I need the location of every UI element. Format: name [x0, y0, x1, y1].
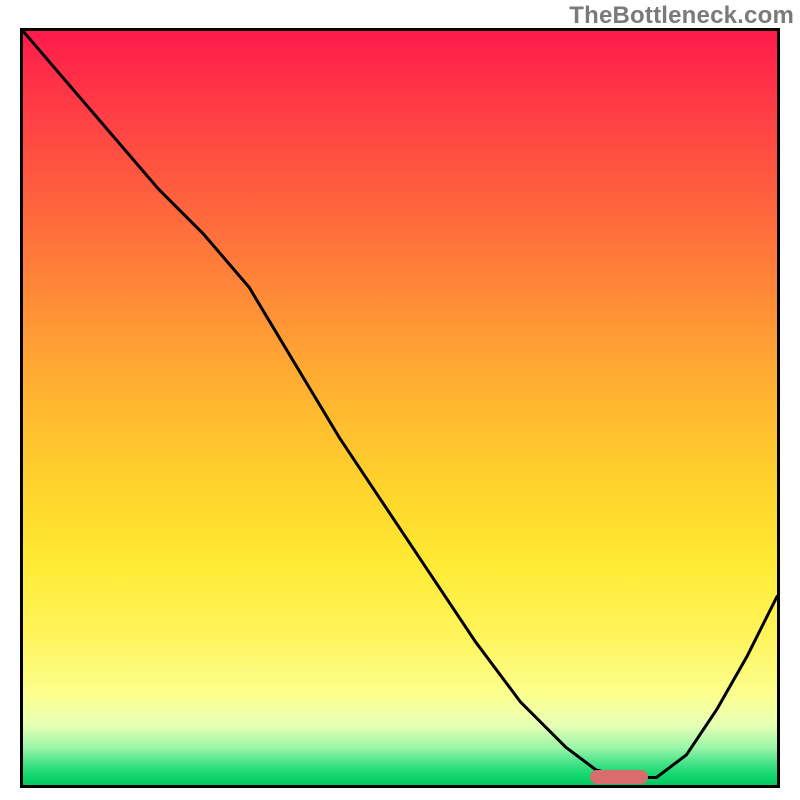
valley-marker [590, 770, 648, 784]
watermark-text: TheBottleneck.com [569, 2, 794, 30]
plot-area [20, 28, 780, 788]
curve-svg [23, 31, 777, 785]
chart-stage: TheBottleneck.com [0, 0, 800, 800]
bottleneck-curve [23, 31, 777, 778]
